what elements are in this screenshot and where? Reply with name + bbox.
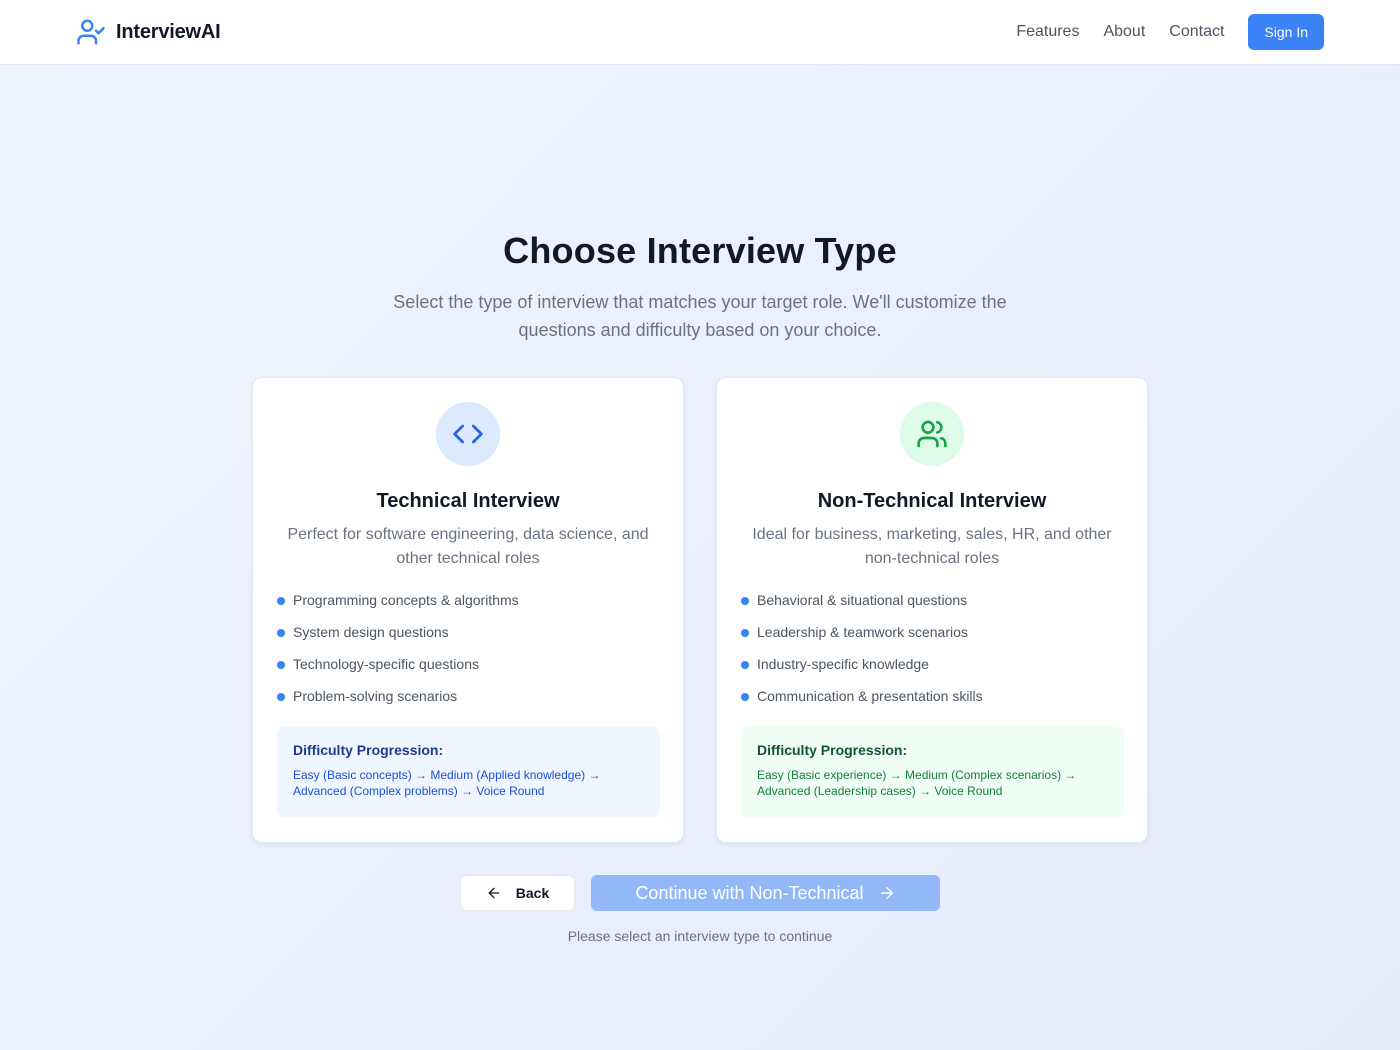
feature-text: Behavioral & situational questions [757,592,968,608]
technical-interview-card[interactable]: Technical Interview Perfect for software… [252,377,684,843]
progression-text: Easy (Basic concepts) → Medium (Applied … [293,768,601,798]
difficulty-progression: Difficulty Progression: Easy (Basic expe… [741,726,1124,818]
feature-text: Problem-solving scenarios [293,688,458,704]
feature-item: Technology-specific questions [277,648,519,680]
feature-item: Behavioral & situational questions [741,584,983,616]
back-button-label: Back [515,885,550,901]
feature-text: Technology-specific questions [293,656,479,672]
feature-item: Communication & presentation skills [741,680,983,712]
non-technical-interview-card[interactable]: Non-Technical Interview Ideal for busine… [716,377,1148,843]
bullet-dot-icon [277,597,285,605]
card-title: Non-Technical Interview [817,490,1047,512]
page-subtitle: Select the type of interview that matche… [393,292,1007,340]
top-navbar: InterviewAI Features About Contact Sign … [0,0,1400,65]
technical-icon-badge [436,402,500,466]
feature-item: Problem-solving scenarios [277,680,519,712]
bullet-dot-icon [277,629,285,637]
progression-title: Difficulty Progression: [757,742,908,758]
feature-item: Industry-specific knowledge [741,648,983,680]
nav-link-about[interactable]: About [1103,23,1145,41]
bullet-dot-icon [741,661,749,669]
feature-text: Programming concepts & algorithms [293,592,519,608]
feature-text: Industry-specific knowledge [757,656,929,672]
feature-list: Programming concepts & algorithms System… [277,584,519,712]
card-description: Perfect for software engineering, data s… [287,526,649,567]
difficulty-progression: Difficulty Progression: Easy (Basic conc… [277,726,660,818]
bullet-dot-icon [277,693,285,701]
progression-title: Difficulty Progression: [293,742,444,758]
page-title: Choose Interview Type [503,230,897,271]
feature-item: Programming concepts & algorithms [277,584,519,616]
arrow-right-icon [880,887,893,899]
card-title: Technical Interview [376,490,560,512]
progression-text: Easy (Basic experience) → Medium (Comple… [757,768,1077,798]
nav-link-contact[interactable]: Contact [1169,23,1224,41]
nav-links: Features About Contact Sign In [1016,14,1324,50]
feature-list: Behavioral & situational questions Leade… [741,584,983,712]
continue-button-label: Continue with Non-Technical [635,882,864,903]
brand[interactable]: InterviewAI [76,17,221,47]
users-icon [917,420,947,448]
continue-button[interactable]: Continue with Non-Technical [591,875,940,911]
feature-item: System design questions [277,616,519,648]
arrow-left-icon [488,887,500,899]
brand-name: InterviewAI [116,20,221,43]
feature-text: Communication & presentation skills [757,688,983,704]
bullet-dot-icon [741,629,749,637]
selection-hint: Please select an interview type to conti… [567,928,833,944]
back-button[interactable]: Back [460,875,575,911]
bullet-dot-icon [741,693,749,701]
card-description: Ideal for business, marketing, sales, HR… [752,526,1112,567]
bullet-dot-icon [741,597,749,605]
feature-text: System design questions [293,624,449,640]
bullet-dot-icon [277,661,285,669]
nav-link-features[interactable]: Features [1016,23,1079,41]
feature-item: Leadership & teamwork scenarios [741,616,983,648]
user-check-icon [77,19,105,45]
feature-text: Leadership & teamwork scenarios [757,624,968,640]
sign-in-button[interactable]: Sign In [1248,14,1324,50]
non-technical-icon-badge [900,402,964,466]
code-icon [453,424,483,444]
